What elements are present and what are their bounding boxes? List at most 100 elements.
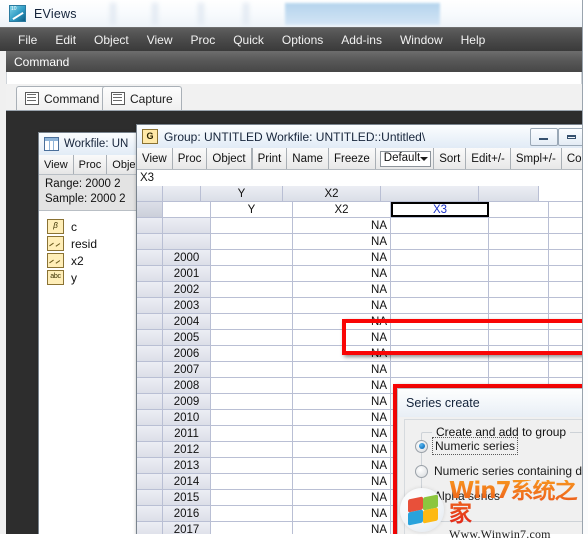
cell-x2[interactable]: NA xyxy=(293,330,391,345)
cell-tail[interactable] xyxy=(489,266,549,281)
table-row[interactable]: 2002 NA xyxy=(137,282,582,298)
cell-x3[interactable] xyxy=(391,362,489,377)
table-row[interactable]: 2003 NA xyxy=(137,298,582,314)
cell-x2[interactable]: NA xyxy=(293,490,391,505)
group-proc-button[interactable]: Proc xyxy=(172,148,208,169)
group-view-button[interactable]: View xyxy=(137,148,173,169)
row-header-year[interactable]: 2008 xyxy=(163,378,211,393)
cell-x2[interactable]: NA xyxy=(293,346,391,361)
group-name-button[interactable]: Name xyxy=(287,148,329,169)
group-edit-button[interactable]: Edit+/- xyxy=(466,148,511,169)
row-header-year[interactable]: 2005 xyxy=(163,330,211,345)
cell-x2[interactable]: NA xyxy=(293,218,391,233)
cell-tail[interactable] xyxy=(489,346,549,361)
row-header-year[interactable]: 2013 xyxy=(163,458,211,473)
cell-x3[interactable] xyxy=(391,218,489,233)
menu-item-file[interactable]: File xyxy=(9,31,46,49)
cell-y[interactable] xyxy=(211,250,293,265)
row-header-year[interactable]: 2002 xyxy=(163,282,211,297)
row-header-year[interactable]: 2012 xyxy=(163,442,211,457)
minimize-icon[interactable] xyxy=(530,128,558,146)
radio-numeric-series-dates[interactable]: Numeric series containing dates xyxy=(415,464,582,478)
radio-numeric-series[interactable]: Numeric series xyxy=(415,437,519,455)
cell-x3[interactable] xyxy=(391,266,489,281)
cell-x3[interactable] xyxy=(391,346,489,361)
cell-y[interactable] xyxy=(211,282,293,297)
menu-item-help[interactable]: Help xyxy=(452,31,495,49)
cell-y[interactable] xyxy=(211,490,293,505)
cell-tail[interactable] xyxy=(489,330,549,345)
menu-item-object[interactable]: Object xyxy=(85,31,138,49)
table-row[interactable]: 2006 NA xyxy=(137,346,582,362)
cell-y[interactable] xyxy=(211,298,293,313)
cell-x2[interactable]: NA xyxy=(293,522,391,534)
cell-x2[interactable]: NA xyxy=(293,474,391,489)
cell-x2[interactable]: NA xyxy=(293,506,391,521)
menu-item-proc[interactable]: Proc xyxy=(182,31,225,49)
group-compare-button[interactable]: Com xyxy=(561,148,582,169)
maximize-icon[interactable] xyxy=(558,128,582,146)
cell-y[interactable] xyxy=(211,394,293,409)
group-print-button[interactable]: Print xyxy=(252,148,288,169)
cell-y[interactable] xyxy=(211,474,293,489)
cell-y[interactable] xyxy=(211,314,293,329)
tab-command[interactable]: Command xyxy=(16,86,109,110)
cell-y[interactable] xyxy=(211,218,293,233)
menu-item-view[interactable]: View xyxy=(138,31,182,49)
column-header-x3-empty[interactable] xyxy=(381,186,479,201)
menu-item-options[interactable]: Options xyxy=(273,31,332,49)
radio-button-icon[interactable] xyxy=(415,464,428,478)
cell-x2[interactable]: NA xyxy=(293,314,391,329)
cell-x3[interactable] xyxy=(391,250,489,265)
group-sort-button[interactable]: Sort xyxy=(434,148,467,169)
row-header-year[interactable]: 2015 xyxy=(163,490,211,505)
tab-capture[interactable]: Capture xyxy=(102,86,182,110)
table-row[interactable]: 2004 NA xyxy=(137,314,582,330)
cell-x2[interactable]: NA xyxy=(293,394,391,409)
cell-x3[interactable] xyxy=(391,282,489,297)
row-header-year[interactable]: 2011 xyxy=(163,426,211,441)
cell-y[interactable] xyxy=(211,362,293,377)
radio-button-icon[interactable] xyxy=(415,489,428,503)
table-row[interactable]: 2005 NA xyxy=(137,330,582,346)
cell-y[interactable] xyxy=(211,506,293,521)
cell-x3[interactable] xyxy=(391,298,489,313)
group-freeze-button[interactable]: Freeze xyxy=(328,148,376,169)
row-header-year[interactable]: 2014 xyxy=(163,474,211,489)
cell-y[interactable] xyxy=(211,346,293,361)
radio-button-icon[interactable] xyxy=(415,439,428,453)
cell-tail[interactable] xyxy=(489,218,549,233)
row-header-year[interactable]: 2003 xyxy=(163,298,211,313)
cell-x2[interactable]: NA xyxy=(293,458,391,473)
row-header-year[interactable] xyxy=(163,218,211,233)
command-input-area[interactable] xyxy=(6,72,582,84)
row-header-year[interactable]: 2017 xyxy=(163,522,211,534)
cell-y[interactable] xyxy=(211,442,293,457)
table-row[interactable]: 2000 NA xyxy=(137,250,582,266)
cell-x2[interactable]: NA xyxy=(293,426,391,441)
cell-y[interactable] xyxy=(211,458,293,473)
workfile-view-button[interactable]: View xyxy=(39,155,74,174)
cell-x2[interactable]: NA xyxy=(293,234,391,249)
table-row[interactable]: NA xyxy=(137,234,582,250)
main-menu-bar[interactable]: File Edit Object View Proc Quick Options… xyxy=(0,27,582,51)
table-row[interactable]: 2007 NA xyxy=(137,362,582,378)
cell-x2[interactable]: NA xyxy=(293,266,391,281)
row-header-year[interactable]: 2001 xyxy=(163,266,211,281)
workfile-proc-button[interactable]: Proc xyxy=(73,155,108,174)
menu-item-addins[interactable]: Add-ins xyxy=(332,31,391,49)
cell-x3[interactable] xyxy=(391,330,489,345)
cell-x2[interactable]: NA xyxy=(293,362,391,377)
row-header-year[interactable]: 2006 xyxy=(163,346,211,361)
menu-item-edit[interactable]: Edit xyxy=(46,31,85,49)
group-toolbar[interactable]: View Proc Object Print Name Freeze Defau… xyxy=(137,148,582,170)
cell-y[interactable] xyxy=(211,378,293,393)
name-cell-x2[interactable]: X2 xyxy=(293,202,391,217)
row-header-year[interactable]: 2004 xyxy=(163,314,211,329)
view-mode-combobox[interactable]: Default xyxy=(375,148,435,169)
cell-x2[interactable]: NA xyxy=(293,298,391,313)
cell-tail[interactable] xyxy=(489,250,549,265)
cell-tail[interactable] xyxy=(489,234,549,249)
row-header-year[interactable]: 2009 xyxy=(163,394,211,409)
cell-x2[interactable]: NA xyxy=(293,378,391,393)
